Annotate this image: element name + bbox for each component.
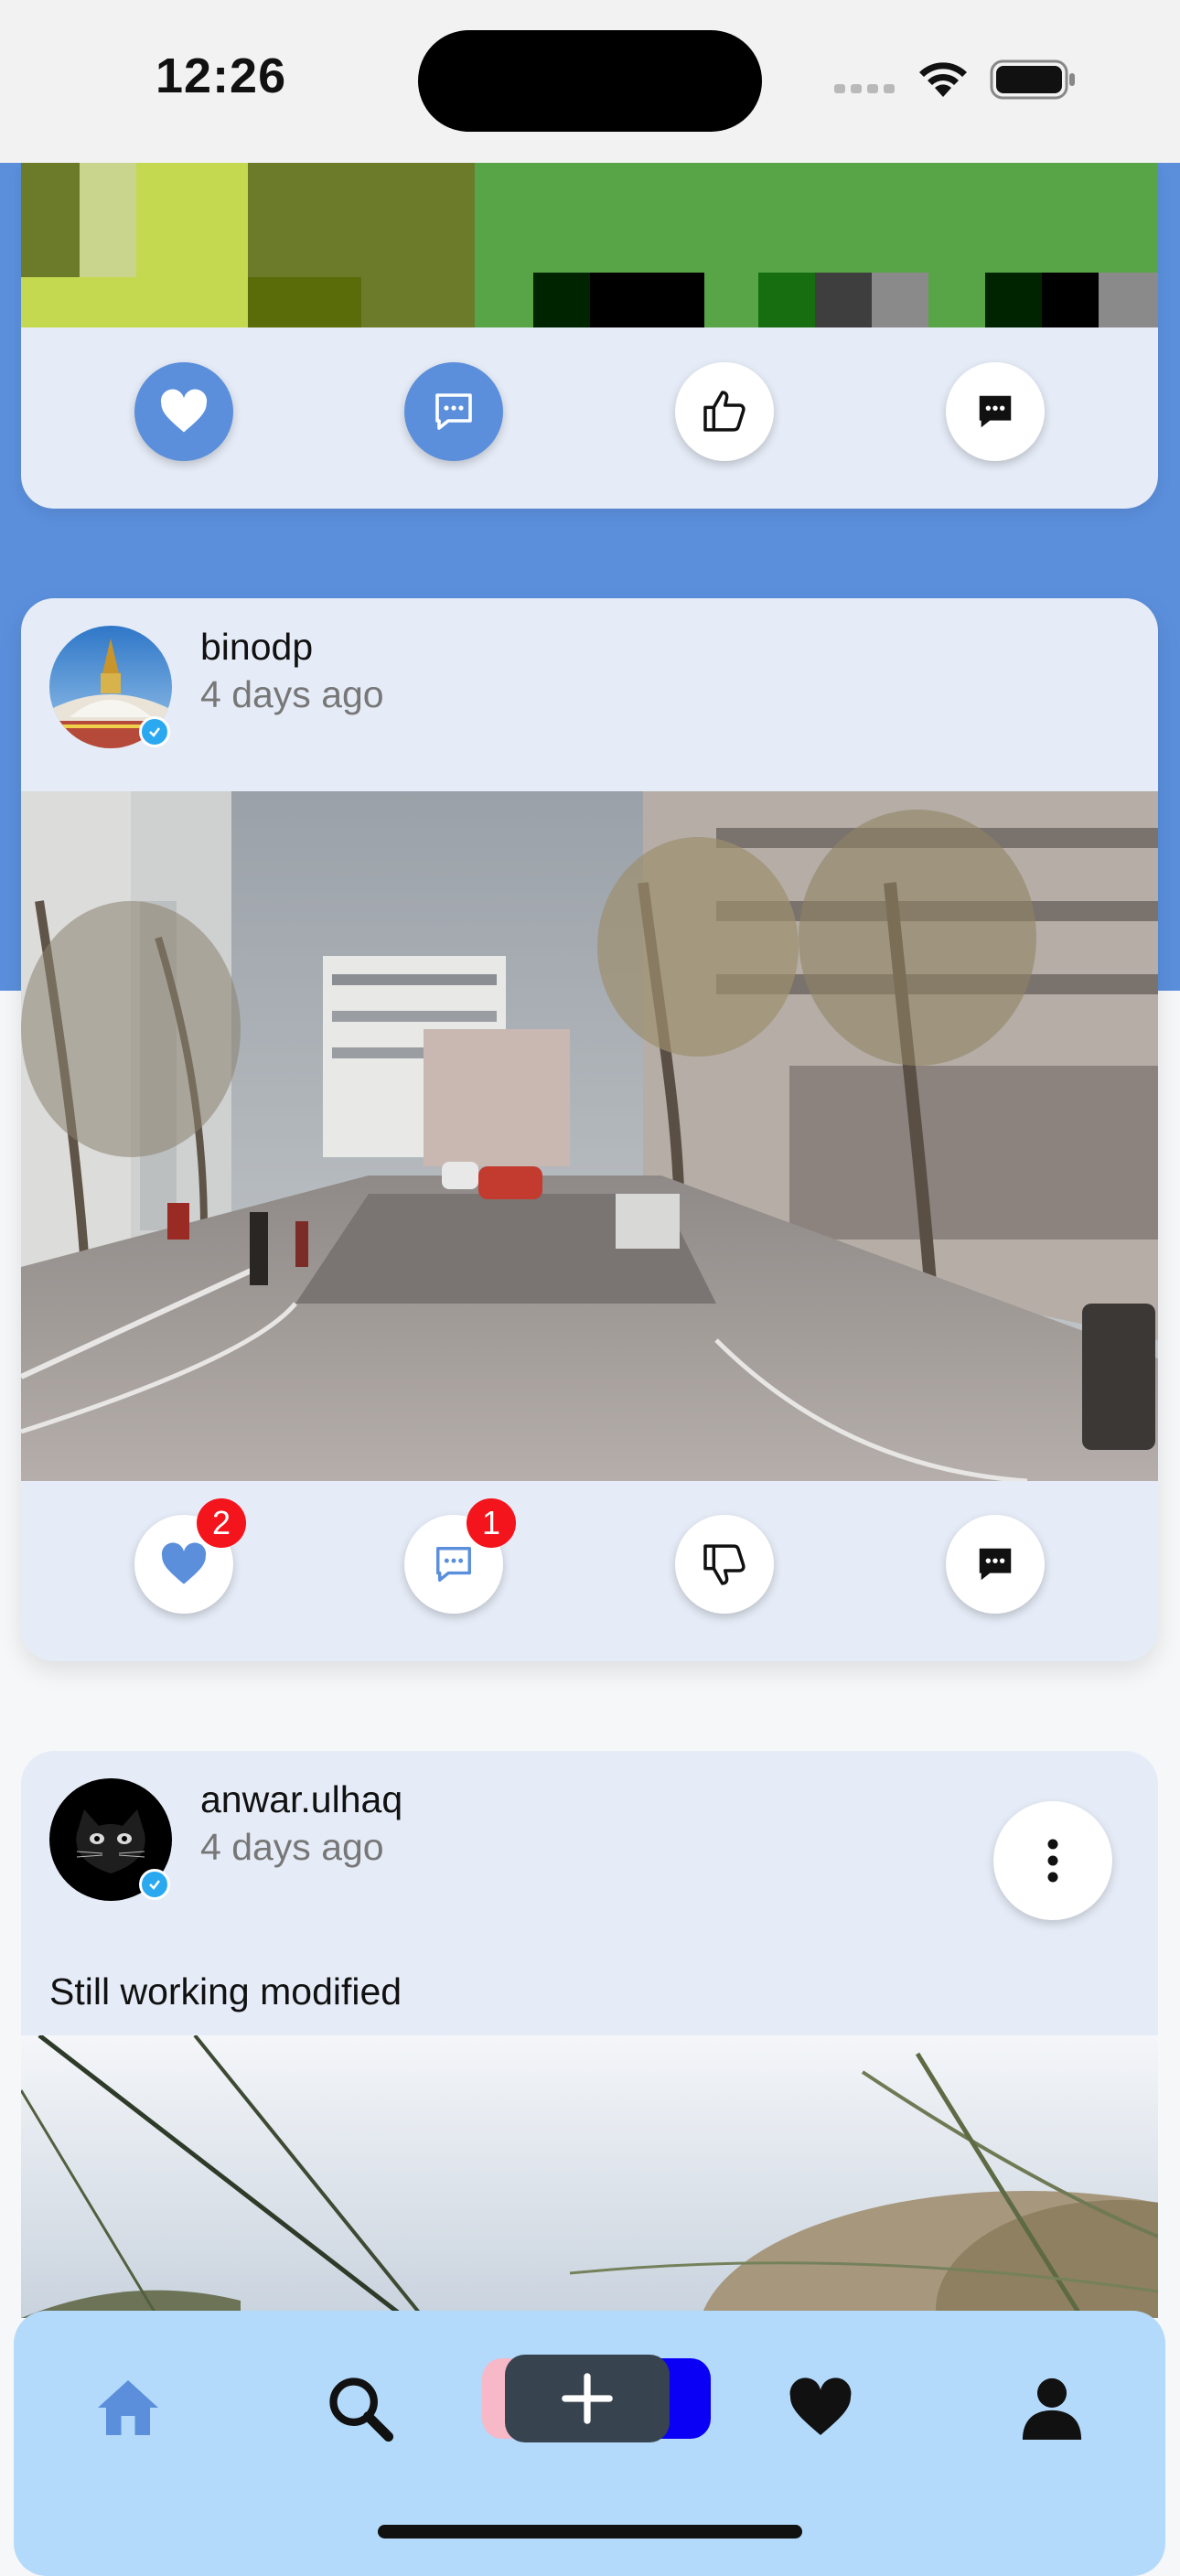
heart-icon	[789, 2377, 852, 2435]
post-username[interactable]: binodp	[200, 626, 313, 669]
battery-icon	[990, 59, 1075, 100]
post-username[interactable]: anwar.ulhaq	[200, 1778, 402, 1821]
thumbs-down-icon	[703, 1544, 746, 1585]
home-indicator	[378, 2525, 802, 2538]
post-menu-button[interactable]	[993, 1801, 1112, 1920]
post-image[interactable]	[21, 163, 1158, 327]
post-card: binodp 4 days ago 2 1	[21, 598, 1158, 1661]
thumbs-down-button[interactable]	[675, 1515, 774, 1614]
post-actions: 2 1	[21, 1498, 1158, 1615]
post-timestamp: 4 days ago	[200, 673, 384, 715]
dynamic-island	[418, 30, 762, 132]
comment-count-badge: 1	[467, 1498, 516, 1548]
add-post-icon	[562, 2373, 613, 2424]
comment-button[interactable]	[404, 362, 503, 461]
status-time: 12:26	[156, 48, 287, 103]
chat-bubble-icon	[979, 395, 1012, 428]
more-vertical-icon	[1047, 1839, 1058, 1883]
nav-home[interactable]	[82, 2362, 174, 2453]
like-button[interactable]	[134, 362, 233, 461]
wifi-icon	[919, 62, 967, 97]
add-post-button[interactable]	[482, 2355, 711, 2442]
verified-badge-icon	[139, 716, 170, 747]
nav-profile[interactable]	[1006, 2362, 1098, 2453]
message-button[interactable]	[946, 362, 1045, 461]
post-header: anwar.ulhaq 4 days ago	[21, 1751, 1158, 1943]
comment-button[interactable]: 1	[404, 1498, 516, 1614]
verified-badge-icon	[139, 1869, 170, 1900]
thumbs-up-button[interactable]	[675, 362, 774, 461]
post-card: anwar.ulhaq 4 days ago Still working mod…	[21, 1751, 1158, 2318]
search-icon	[329, 2377, 394, 2442]
home-icon	[98, 2380, 158, 2435]
chat-bubble-icon	[979, 1548, 1012, 1581]
post-actions	[21, 362, 1158, 463]
post-image[interactable]	[21, 791, 1158, 1481]
status-bar: 12:26	[0, 0, 1180, 163]
like-count-badge: 2	[197, 1498, 246, 1548]
comment-icon	[435, 393, 472, 430]
comment-icon	[436, 1547, 471, 1582]
post-caption: Still working modified	[49, 1970, 402, 2012]
post-card	[21, 163, 1158, 509]
nav-search[interactable]	[314, 2362, 405, 2453]
like-button[interactable]: 2	[134, 1498, 246, 1614]
heart-icon	[161, 1542, 207, 1584]
heart-icon	[160, 389, 208, 433]
post-header: binodp 4 days ago	[21, 598, 1158, 790]
post-image[interactable]	[21, 2035, 1158, 2318]
thumbs-up-icon	[703, 391, 746, 432]
nav-activity[interactable]	[775, 2362, 866, 2453]
profile-icon	[1022, 2377, 1082, 2440]
cellular-signal-icon	[834, 84, 895, 93]
post-timestamp: 4 days ago	[200, 1826, 384, 1868]
message-button[interactable]	[946, 1515, 1045, 1614]
